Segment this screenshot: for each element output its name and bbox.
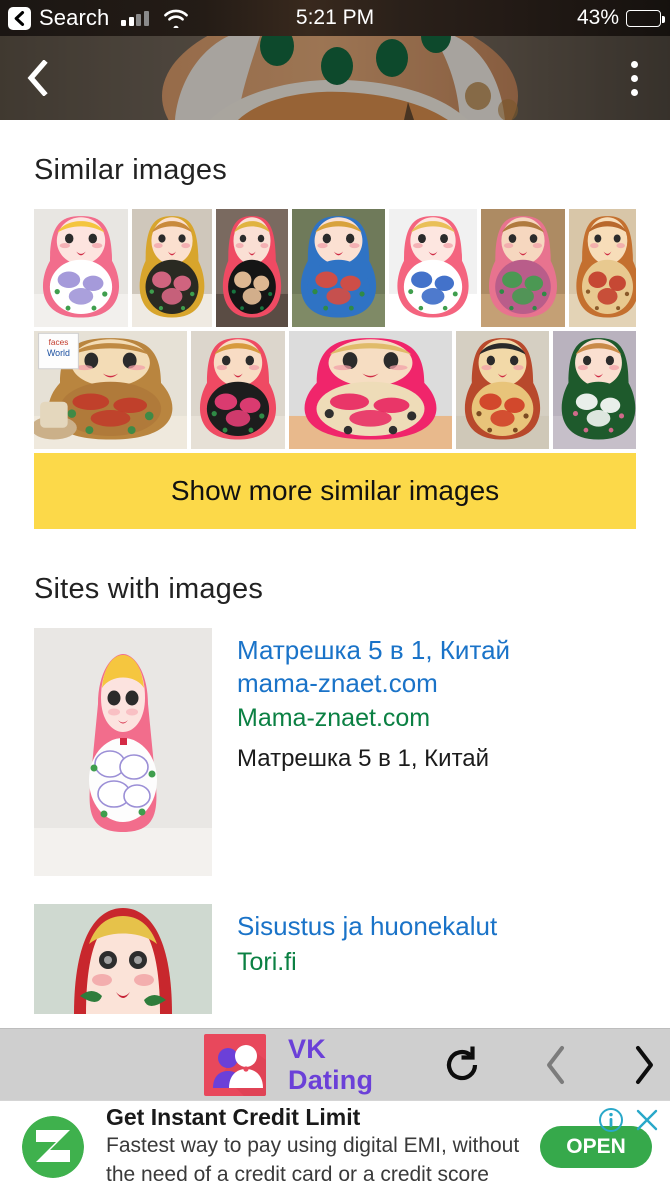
ad-close-icon[interactable] xyxy=(634,1107,660,1133)
matryoshka-thumbnail-image xyxy=(481,209,565,327)
result-thumbnail[interactable] xyxy=(34,628,212,876)
status-bar-right: 43% xyxy=(576,6,665,30)
matryoshka-thumbnail-image: facesWorld xyxy=(34,331,187,449)
similar-image-thumbnail[interactable]: faces World xyxy=(34,331,187,449)
status-bar: Search 5:21 PM 43% xyxy=(0,0,670,36)
app-promo-bar: VK Dating xyxy=(0,1028,670,1100)
battery-percent-label: 43% xyxy=(576,6,619,29)
page-content: Similar images faces World Show more simi… xyxy=(0,120,670,1014)
svg-text:faces: faces xyxy=(49,338,69,347)
ad-body-line-1: Fastest way to pay using digital EMI, wi… xyxy=(106,1134,520,1158)
vk-dating-logo-image xyxy=(204,1033,266,1096)
matryoshka-thumbnail-image xyxy=(292,209,385,327)
show-more-similar-images-button[interactable]: Show more similar images xyxy=(34,453,636,529)
chevron-left-icon xyxy=(547,1045,564,1084)
ad-banner[interactable]: Get Instant Credit Limit Fastest way to … xyxy=(0,1100,670,1192)
similar-image-thumbnail[interactable] xyxy=(569,209,636,327)
matryoshka-face-closeup-image xyxy=(34,904,212,1014)
similar-images-grid: faces World xyxy=(34,209,636,449)
similar-image-thumbnail[interactable] xyxy=(34,209,128,327)
similar-images-row: faces World xyxy=(34,331,636,449)
result-title-link[interactable]: Sisustus ja huonekalut xyxy=(237,910,497,943)
result-body: Sisustus ja huonekalut Tori.fi xyxy=(212,904,497,1014)
similar-image-thumbnail[interactable] xyxy=(289,331,452,449)
overflow-menu-icon xyxy=(630,74,638,82)
ad-info-icon[interactable] xyxy=(598,1107,624,1133)
similar-images-heading: Similar images xyxy=(34,154,227,186)
matryoshka-thumbnail-image xyxy=(456,331,549,449)
similar-image-thumbnail[interactable] xyxy=(292,209,385,327)
overflow-menu-icon xyxy=(630,88,638,96)
result-title-link[interactable]: Матрешка 5 в 1, Китай xyxy=(237,634,510,667)
overflow-menu-button[interactable] xyxy=(614,55,654,101)
back-chevron-icon xyxy=(27,60,48,96)
similar-image-thumbnail[interactable] xyxy=(216,209,288,327)
similar-image-thumbnail[interactable] xyxy=(456,331,549,449)
svg-text:World: World xyxy=(47,348,70,358)
search-result-item[interactable]: Матрешка 5 в 1, Китай mama-znaet.com Mam… xyxy=(34,628,670,876)
battery-icon xyxy=(626,9,665,27)
result-description: Матрешка 5 в 1, Китай xyxy=(237,744,490,772)
matryoshka-thumbnail-image xyxy=(289,331,452,449)
vk-dating-label[interactable]: VK Dating xyxy=(288,1034,390,1096)
similar-image-thumbnail[interactable] xyxy=(191,331,285,449)
sites-with-images-heading: Sites with images xyxy=(34,573,264,605)
reload-button[interactable] xyxy=(434,1037,490,1093)
vk-dating-icon[interactable] xyxy=(204,1033,266,1096)
zestmoney-logo-icon xyxy=(22,1115,84,1178)
hero-scrim xyxy=(0,36,670,120)
similar-image-thumbnail[interactable] xyxy=(132,209,212,327)
chevron-right-icon xyxy=(636,1045,653,1084)
result-url-link[interactable]: mama-znaet.com xyxy=(237,667,510,700)
status-time: 5:21 PM xyxy=(295,6,375,29)
ad-headline: Get Instant Credit Limit xyxy=(106,1103,361,1130)
similar-image-thumbnail[interactable] xyxy=(389,209,477,327)
similar-image-thumbnail[interactable] xyxy=(553,331,636,449)
ad-body-line-2: the need of a credit card or a credit sc… xyxy=(106,1163,489,1187)
next-button[interactable] xyxy=(618,1037,670,1093)
matryoshka-thumbnail-image xyxy=(191,331,285,449)
reload-icon xyxy=(446,1046,478,1080)
previous-button[interactable] xyxy=(530,1037,582,1093)
search-result-item[interactable]: Sisustus ja huonekalut Tori.fi xyxy=(34,904,670,1014)
matryoshka-thumbnail-image xyxy=(34,209,128,327)
matryoshka-thumbnail-image xyxy=(553,331,636,449)
ad-controls xyxy=(598,1107,660,1133)
matryoshka-thumbnail-image xyxy=(389,209,477,327)
result-site-name: Tori.fi xyxy=(237,947,297,976)
matryoshka-thumbnail-image xyxy=(569,209,636,327)
matryoshka-thumbnail-image xyxy=(132,209,212,327)
result-body: Матрешка 5 в 1, Китай mama-znaet.com Mam… xyxy=(212,628,510,876)
result-thumbnail[interactable] xyxy=(34,904,212,1014)
matryoshka-thumbnail-image xyxy=(216,209,288,327)
ad-text-block: Get Instant Credit Limit Fastest way to … xyxy=(106,1104,540,1189)
similar-image-thumbnail[interactable] xyxy=(481,209,565,327)
overflow-menu-icon xyxy=(630,60,638,68)
zestmoney-logo-image xyxy=(22,1115,84,1178)
result-site-name: Mama-znaet.com xyxy=(237,704,431,732)
nav-back-button[interactable] xyxy=(14,55,60,101)
similar-images-row xyxy=(34,209,636,327)
matryoshka-pink-blonde-large-image xyxy=(34,628,212,876)
hero-image-header xyxy=(0,36,670,120)
